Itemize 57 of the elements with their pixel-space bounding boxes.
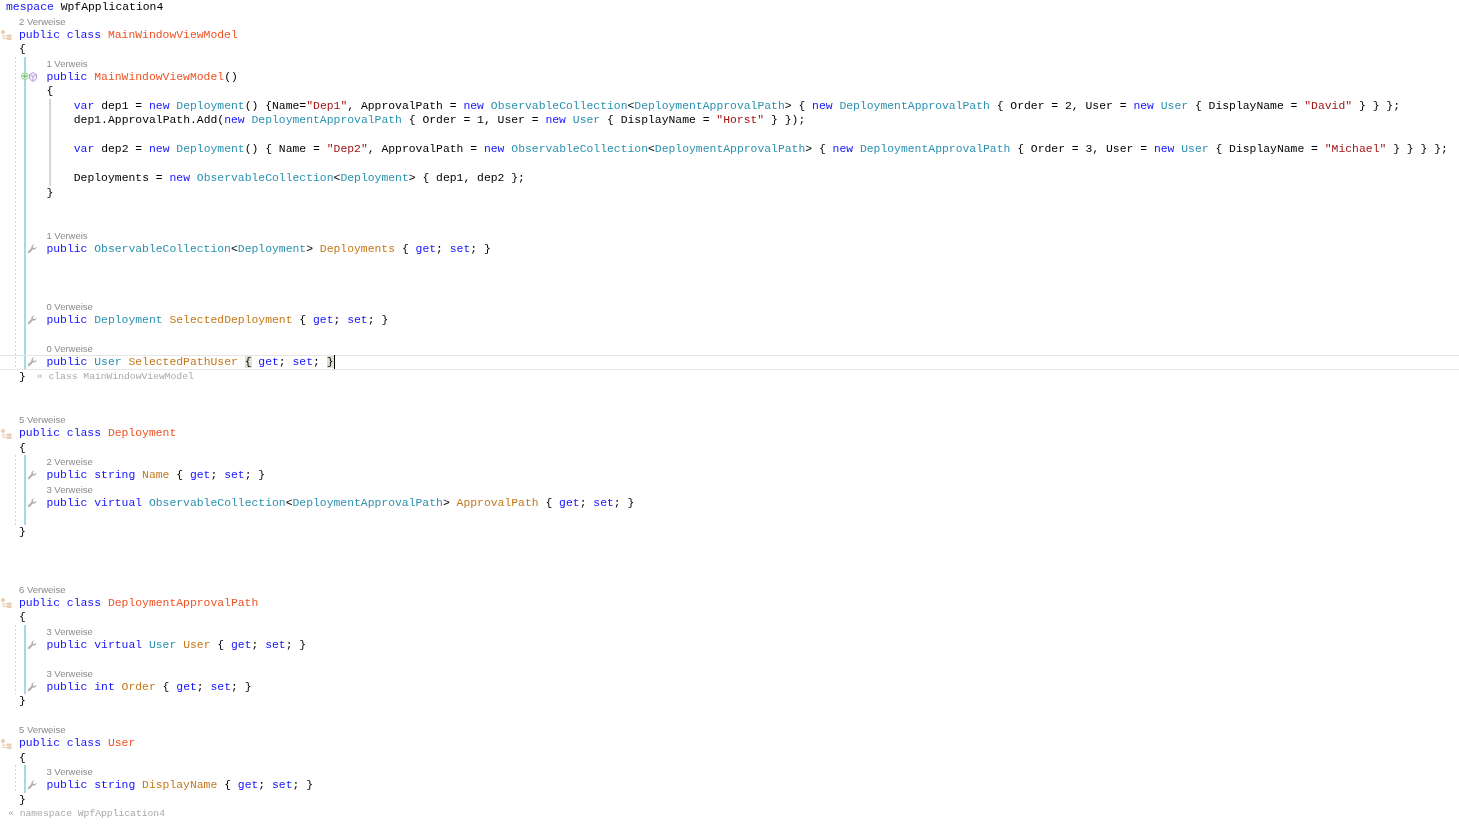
- reference-count[interactable]: 5 Verweise: [19, 724, 66, 736]
- reference-count[interactable]: 3 Verweise: [46, 483, 93, 496]
- plus-cube-icon: [21, 71, 38, 82]
- code-line: }: [46, 185, 54, 200]
- code-line: var dep2 = new Deployment() { Name = "Dep2", ApprovalPath = new ObservableCollection<DeploymentApprovalPath> { new DeploymentApprovalPath { Order = 3, User = new User { DisplayName = "Michael" } } } };: [73, 142, 1448, 157]
- code-line: {: [19, 750, 26, 765]
- code-line: {: [19, 42, 26, 57]
- wrench-icon: [27, 780, 38, 791]
- reference-count[interactable]: 3 Verweise: [46, 667, 93, 680]
- block-end-label: « namespace WpfApplication4: [8, 807, 165, 821]
- reference-count[interactable]: 1 Verweis: [46, 57, 88, 70]
- code-line: }: [19, 369, 26, 384]
- code-line: }: [19, 524, 26, 539]
- reference-count[interactable]: 2 Verweise: [46, 456, 93, 468]
- code-line: {: [19, 610, 26, 625]
- code-line: public virtual User User { get; set; }: [46, 637, 307, 652]
- code-line: public int Order { get; set; }: [46, 679, 252, 694]
- code-line: public class MainWindowViewModel: [19, 27, 238, 42]
- block-end-label: « class MainWindowViewModel: [36, 369, 194, 384]
- code-line: public string Name { get; set; }: [46, 468, 266, 483]
- reference-count[interactable]: 1 Verweis: [46, 230, 88, 242]
- code-line: public virtual ObservableCollection<DeploymentApprovalPath> ApprovalPath { get; set; }: [46, 495, 635, 510]
- reference-count[interactable]: 3 Verweise: [46, 766, 93, 778]
- reference-count[interactable]: 6 Verweise: [19, 583, 66, 596]
- wrench-icon: [27, 497, 38, 508]
- connected-boxes-icon: [0, 427, 12, 439]
- wrench-icon: [27, 357, 38, 368]
- code-line: public class Deployment: [19, 426, 177, 441]
- reference-count[interactable]: 0 Verweise: [46, 343, 93, 355]
- wrench-icon: [27, 639, 38, 650]
- wrench-icon: [27, 244, 38, 255]
- code-line: mespace WpfApplication4: [6, 0, 164, 15]
- code-line: public User SelectedPathUser { get; set; }: [46, 355, 334, 370]
- reference-count[interactable]: 2 Verweise: [19, 15, 66, 28]
- code-line: dep1.ApprovalPath.Add(new DeploymentApprovalPath { Order = 1, User = new User { DisplayName = "Horst" } });: [73, 113, 806, 128]
- code-line: public class DeploymentApprovalPath: [19, 595, 259, 610]
- code-line: public MainWindowViewModel(): [46, 69, 238, 84]
- connected-boxes-icon: [0, 597, 12, 609]
- reference-count[interactable]: 3 Verweise: [46, 625, 93, 638]
- code-line: }: [19, 792, 26, 807]
- wrench-icon: [27, 315, 38, 326]
- code-line: }: [19, 694, 26, 709]
- reference-count[interactable]: 5 Verweise: [19, 414, 66, 426]
- connected-boxes-icon: [0, 29, 12, 41]
- code-line: public string DisplayName { get; set; }: [46, 778, 314, 793]
- code-line: var dep1 = new Deployment() {Name="Dep1", ApprovalPath = new ObservableCollection<DeploymentApprovalPath> { new DeploymentApprovalPath { Order = 2, User = new User { DisplayName = "David" } } };: [73, 98, 1400, 113]
- connected-boxes-icon: [0, 737, 12, 749]
- wrench-icon: [27, 470, 38, 481]
- wrench-icon: [27, 681, 38, 692]
- code-line: {: [19, 440, 26, 455]
- reference-count[interactable]: 0 Verweise: [46, 301, 93, 313]
- text-caret: [333, 355, 335, 370]
- code-line: public class User: [19, 736, 136, 751]
- code-line: Deployments = new ObservableCollection<Deployment> { dep1, dep2 };: [73, 171, 525, 186]
- code-line: {: [46, 84, 54, 99]
- code-line: public ObservableCollection<Deployment> Deployments { get; set; }: [46, 242, 491, 257]
- code-line: public Deployment SelectedDeployment { get; set; }: [46, 313, 389, 328]
